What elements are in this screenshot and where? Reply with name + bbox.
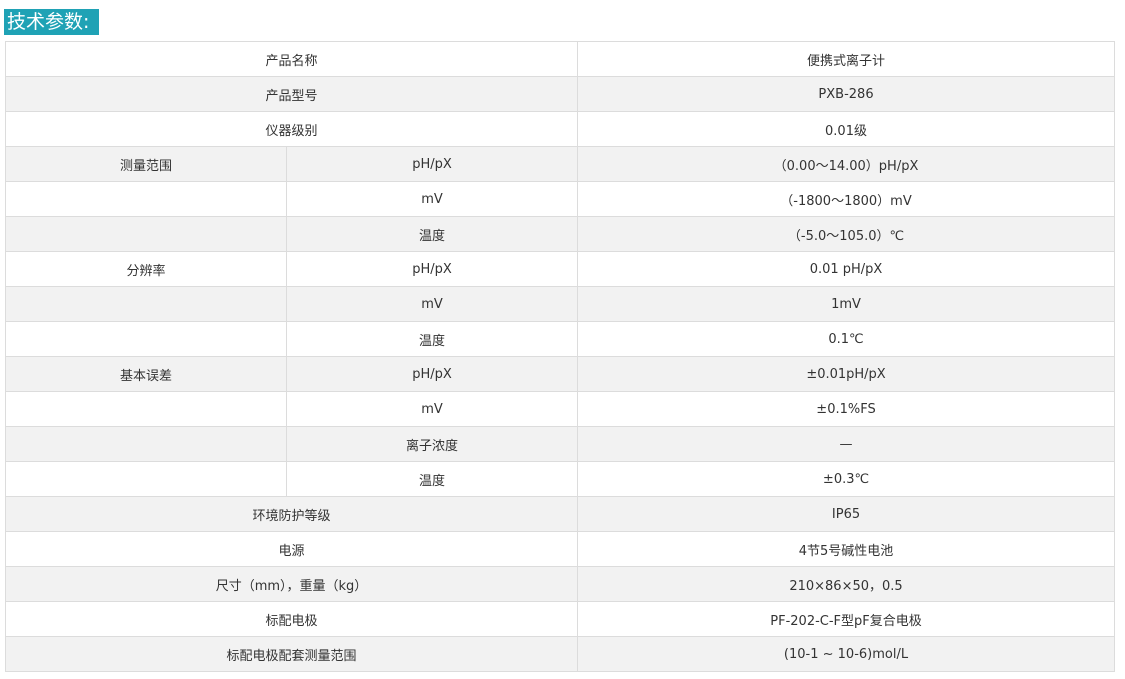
row-label: 标配电极配套测量范围 (4, 636, 579, 672)
table-row: mV ±0.1%FS (5, 391, 1116, 427)
row-value: （-1800～1800）mV (577, 181, 1116, 217)
spec-table: 产品名称 便携式离子计 产品型号 PXB-286 仪器级别 0.01级 测量范围… (4, 41, 1116, 672)
row-group (5, 391, 287, 427)
row-sub: mV (285, 181, 579, 217)
table-row: 电源 4节5号碱性电池 (4, 531, 1116, 567)
row-sub: 温度 (285, 461, 579, 497)
row-value: 4节5号碱性电池 (577, 531, 1116, 567)
row-sub: mV (285, 286, 579, 322)
row-sub: mV (285, 391, 579, 427)
row-sub: 离子浓度 (285, 426, 579, 462)
row-group: 分辨率 (5, 251, 287, 287)
spec-table-body: 产品名称 便携式离子计 产品型号 PXB-286 仪器级别 0.01级 测量范围… (4, 41, 1116, 672)
table-row: 基本误差 pH/pX ±0.01pH/pX (5, 356, 1116, 392)
table-row: 产品名称 便携式离子计 (4, 41, 1116, 77)
row-group: 测量范围 (5, 146, 287, 182)
row-label: 电源 (4, 531, 579, 567)
row-group: 基本误差 (5, 356, 287, 392)
row-sub: pH/pX (285, 356, 579, 392)
row-value: ±0.3℃ (577, 461, 1116, 497)
table-row: 标配电极 PF-202-C-F型pF复合电极 (4, 601, 1116, 637)
row-value: (10-1 ~ 10-6)mol/L (577, 636, 1116, 672)
row-label: 产品名称 (4, 41, 579, 77)
row-value: 便携式离子计 (577, 41, 1116, 77)
row-value: IP65 (577, 496, 1116, 532)
row-group (5, 461, 287, 497)
row-value: — (577, 426, 1116, 462)
row-value: 0.1℃ (577, 321, 1116, 357)
row-group (5, 216, 287, 252)
table-row: 分辨率 pH/pX 0.01 pH/pX (5, 251, 1116, 287)
table-row: 温度 （-5.0～105.0）℃ (5, 216, 1116, 252)
table-row: 离子浓度 — (5, 426, 1116, 462)
table-row: 环境防护等级 IP65 (4, 496, 1116, 532)
table-row: 仪器级别 0.01级 (4, 111, 1116, 147)
row-label: 标配电极 (4, 601, 579, 637)
table-row: 标配电极配套测量范围 (10-1 ~ 10-6)mol/L (4, 636, 1116, 672)
row-group (5, 181, 287, 217)
row-value: PF-202-C-F型pF复合电极 (577, 601, 1116, 637)
row-label: 环境防护等级 (4, 496, 579, 532)
row-group (5, 321, 287, 357)
row-sub: 温度 (285, 321, 579, 357)
row-value: ±0.01pH/pX (577, 356, 1116, 392)
row-value: （0.00～14.00）pH/pX (577, 146, 1116, 182)
row-value: 210×86×50，0.5 (577, 566, 1116, 602)
section-title: 技术参数: (4, 9, 100, 35)
table-row: 温度 0.1℃ (5, 321, 1116, 357)
row-group (5, 426, 287, 462)
row-sub: 温度 (285, 216, 579, 252)
row-value: 0.01级 (577, 111, 1116, 147)
row-sub: pH/pX (285, 251, 579, 287)
row-value: ±0.1%FS (577, 391, 1116, 427)
row-sub: pH/pX (285, 146, 579, 182)
row-label: 产品型号 (4, 76, 579, 112)
row-group (5, 286, 287, 322)
table-row: 测量范围 pH/pX （0.00～14.00）pH/pX (5, 146, 1116, 182)
row-label: 尺寸（mm），重量（kg） (4, 566, 579, 602)
row-value: 0.01 pH/pX (577, 251, 1116, 287)
table-row: 产品型号 PXB-286 (4, 76, 1116, 112)
table-row: mV （-1800～1800）mV (5, 181, 1116, 217)
row-value: 1mV (577, 286, 1116, 322)
row-label: 仪器级别 (4, 111, 579, 147)
row-value: PXB-286 (577, 76, 1116, 112)
table-row: 尺寸（mm），重量（kg） 210×86×50，0.5 (4, 566, 1116, 602)
table-row: 温度 ±0.3℃ (5, 461, 1116, 497)
row-value: （-5.0～105.0）℃ (577, 216, 1116, 252)
table-row: mV 1mV (5, 286, 1116, 322)
